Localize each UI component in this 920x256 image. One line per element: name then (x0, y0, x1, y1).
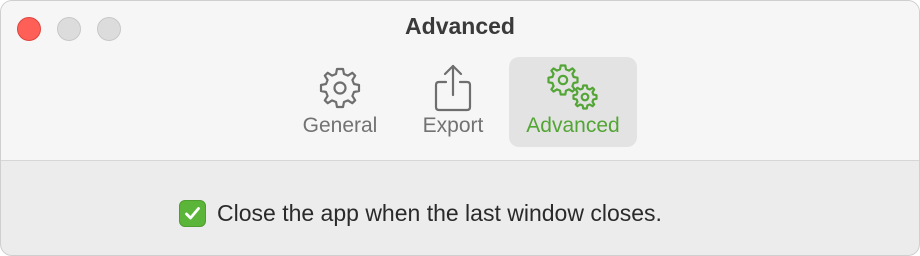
settings-pane: Close the app when the last window close… (1, 162, 919, 255)
tab-advanced-label: Advanced (526, 114, 620, 137)
toolbar: Advanced General Export Advanced (1, 1, 919, 161)
gear-icon (291, 63, 389, 113)
gears-icon (509, 63, 637, 113)
close-on-last-window-checkbox[interactable] (179, 199, 206, 227)
close-on-last-window-label: Close the app when the last window close… (217, 199, 662, 226)
tab-general[interactable]: General (291, 57, 389, 147)
tab-export-label: Export (422, 114, 484, 137)
tab-general-label: General (302, 114, 378, 137)
checkmark-icon (185, 206, 200, 219)
close-on-last-window-option[interactable]: Close the app when the last window close… (179, 199, 662, 227)
share-icon (405, 63, 501, 113)
tab-export[interactable]: Export (405, 57, 501, 147)
preferences-window: Advanced General Export Advanced Close t… (0, 0, 920, 256)
tab-advanced[interactable]: Advanced (509, 57, 637, 147)
window-title: Advanced (405, 13, 515, 39)
